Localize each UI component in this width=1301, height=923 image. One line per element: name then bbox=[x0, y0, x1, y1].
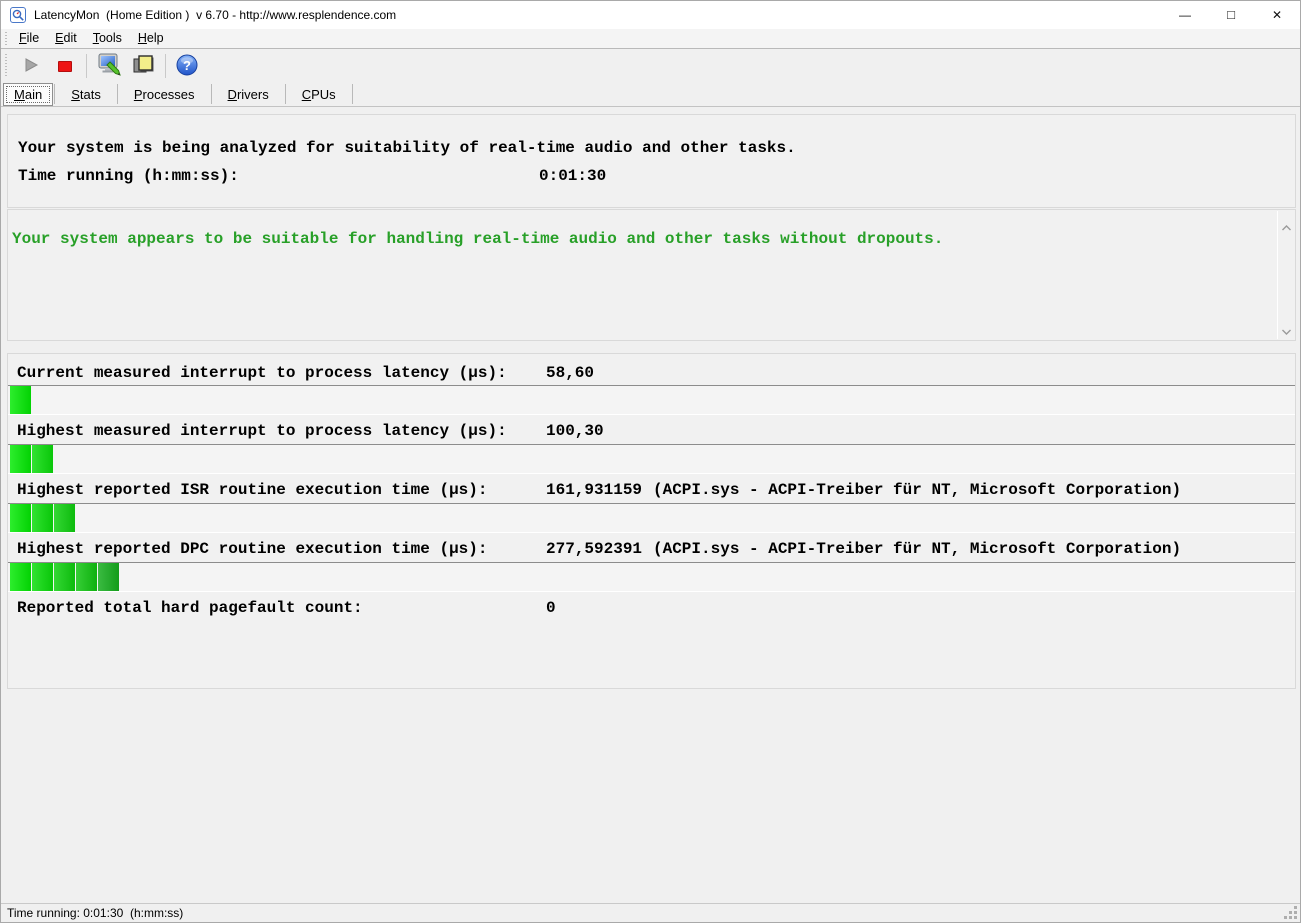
latency-bar bbox=[8, 562, 1295, 592]
tab-separator bbox=[210, 84, 212, 104]
close-button[interactable]: ✕ bbox=[1254, 1, 1300, 29]
measurement-value: 161,931159 bbox=[546, 481, 643, 499]
tab-main[interactable]: Main bbox=[3, 82, 54, 106]
latency-bar-segment bbox=[32, 504, 53, 532]
analysis-status-panel: Your system is being analyzed for suitab… bbox=[7, 114, 1296, 208]
analysis-status-text: Your system is being analyzed for suitab… bbox=[18, 139, 796, 157]
title-bar: LatencyMon (Home Edition ) v 6.70 - http… bbox=[1, 1, 1300, 29]
measurements-panel: Current measured interrupt to process la… bbox=[7, 353, 1296, 689]
measurement-row: Current measured interrupt to process la… bbox=[17, 362, 1291, 384]
tab-processes-label: Processes bbox=[133, 86, 195, 102]
toolbar-gripper[interactable] bbox=[5, 32, 7, 45]
maximize-button[interactable]: □ bbox=[1208, 1, 1254, 29]
menu-item-help[interactable]: Help bbox=[130, 29, 172, 48]
help-icon: ? bbox=[176, 54, 198, 79]
scroll-down-icon[interactable] bbox=[1281, 323, 1292, 335]
window-controls: — □ ✕ bbox=[1162, 1, 1300, 29]
latency-bar-segment bbox=[54, 563, 75, 591]
toolbar-separator bbox=[86, 54, 87, 78]
menu-item-edit[interactable]: Edit bbox=[47, 29, 85, 48]
latency-bar-segment bbox=[10, 563, 31, 591]
measurement-value: 58,60 bbox=[546, 364, 595, 382]
measurement-label: Reported total hard pagefault count: bbox=[17, 599, 363, 617]
measurement-label: Highest reported ISR routine execution t… bbox=[17, 481, 488, 499]
measurement-row: Highest reported ISR routine execution t… bbox=[17, 479, 1291, 501]
latency-bar-segment bbox=[10, 504, 31, 532]
maximize-icon: □ bbox=[1227, 7, 1235, 22]
status-bar-text: Time running: 0:01:30 (h:mm:ss) bbox=[7, 906, 184, 920]
monitor-tool-icon bbox=[97, 52, 122, 80]
tab-drivers[interactable]: Drivers bbox=[213, 83, 284, 106]
verdict-message: Your system appears to be suitable for h… bbox=[12, 230, 944, 248]
stop-monitor-button[interactable] bbox=[51, 53, 79, 79]
tab-main-label: Main bbox=[14, 86, 43, 102]
menu-item-tools[interactable]: Tools bbox=[85, 29, 130, 48]
tab-processes[interactable]: Processes bbox=[119, 83, 210, 106]
toolbar-separator-2 bbox=[165, 54, 166, 78]
latency-bar-segment bbox=[10, 445, 31, 473]
latency-bar-segment bbox=[76, 563, 97, 591]
copy-icon bbox=[131, 53, 155, 80]
resize-grip-icon[interactable] bbox=[1294, 916, 1297, 919]
time-running-value: 0:01:30 bbox=[539, 167, 607, 185]
menu-item-file[interactable]: File bbox=[11, 29, 47, 48]
latency-bar-segment bbox=[32, 445, 53, 473]
app-icon bbox=[10, 7, 26, 23]
latency-bar-segment bbox=[98, 563, 119, 591]
menu-bar: File Edit Tools Help bbox=[1, 29, 1300, 49]
status-bar: Time running: 0:01:30 (h:mm:ss) bbox=[1, 903, 1300, 922]
tab-separator bbox=[351, 84, 353, 104]
measurement-row: Reported total hard pagefault count: 0 bbox=[17, 597, 1291, 619]
measurement-label: Highest measured interrupt to process la… bbox=[17, 422, 507, 440]
copy-report-button[interactable] bbox=[128, 53, 158, 79]
scroll-up-icon[interactable] bbox=[1281, 219, 1292, 231]
verdict-panel: Your system appears to be suitable for h… bbox=[7, 209, 1296, 341]
measurement-value: 0 bbox=[546, 599, 556, 617]
measurement-row: Highest measured interrupt to process la… bbox=[17, 420, 1291, 442]
time-running-label: Time running (h:mm:ss): bbox=[18, 167, 239, 185]
measurement-value: 277,592391 bbox=[546, 540, 643, 558]
window-title: LatencyMon (Home Edition ) v 6.70 - http… bbox=[34, 8, 397, 22]
latency-bar-segment bbox=[10, 386, 31, 414]
tab-stats-label: Stats bbox=[71, 86, 101, 102]
tab-cpus[interactable]: CPUs bbox=[287, 83, 351, 106]
tab-stats[interactable]: Stats bbox=[56, 83, 116, 106]
help-button[interactable]: ? bbox=[173, 53, 201, 79]
start-monitor-button[interactable] bbox=[17, 53, 45, 79]
options-button[interactable] bbox=[94, 53, 124, 79]
latency-bar bbox=[8, 444, 1295, 474]
tab-separator bbox=[116, 84, 118, 104]
measurement-row: Highest reported DPC routine execution t… bbox=[17, 538, 1291, 560]
svg-text:?: ? bbox=[183, 58, 191, 73]
minimize-icon: — bbox=[1179, 8, 1191, 22]
vertical-scrollbar[interactable] bbox=[1277, 211, 1294, 339]
toolbar-gripper-2[interactable] bbox=[5, 54, 7, 78]
latency-bar-segment bbox=[32, 563, 53, 591]
toolbar: ? bbox=[1, 50, 1300, 82]
tab-bar: Main Stats Processes Drivers CPUs bbox=[1, 82, 1300, 107]
measurement-label: Current measured interrupt to process la… bbox=[17, 364, 507, 382]
tab-drivers-label: Drivers bbox=[227, 86, 269, 102]
measurement-label: Highest reported DPC routine execution t… bbox=[17, 540, 488, 558]
tab-cpus-label: CPUs bbox=[301, 86, 336, 102]
latency-bar-segment bbox=[54, 504, 75, 532]
latency-bar bbox=[8, 385, 1295, 415]
close-icon: ✕ bbox=[1271, 8, 1283, 22]
minimize-button[interactable]: — bbox=[1162, 1, 1208, 29]
tab-separator bbox=[284, 84, 286, 104]
latencymon-window: LatencyMon (Home Edition ) v 6.70 - http… bbox=[0, 0, 1301, 923]
play-icon bbox=[22, 56, 40, 77]
latency-bar bbox=[8, 503, 1295, 533]
measurement-driver-info: (ACPI.sys - ACPI-Treiber für NT, Microso… bbox=[653, 540, 1182, 558]
tab-separator bbox=[54, 84, 56, 104]
stop-icon bbox=[58, 60, 72, 72]
measurement-value: 100,30 bbox=[546, 422, 604, 440]
measurement-driver-info: (ACPI.sys - ACPI-Treiber für NT, Microso… bbox=[653, 481, 1182, 499]
